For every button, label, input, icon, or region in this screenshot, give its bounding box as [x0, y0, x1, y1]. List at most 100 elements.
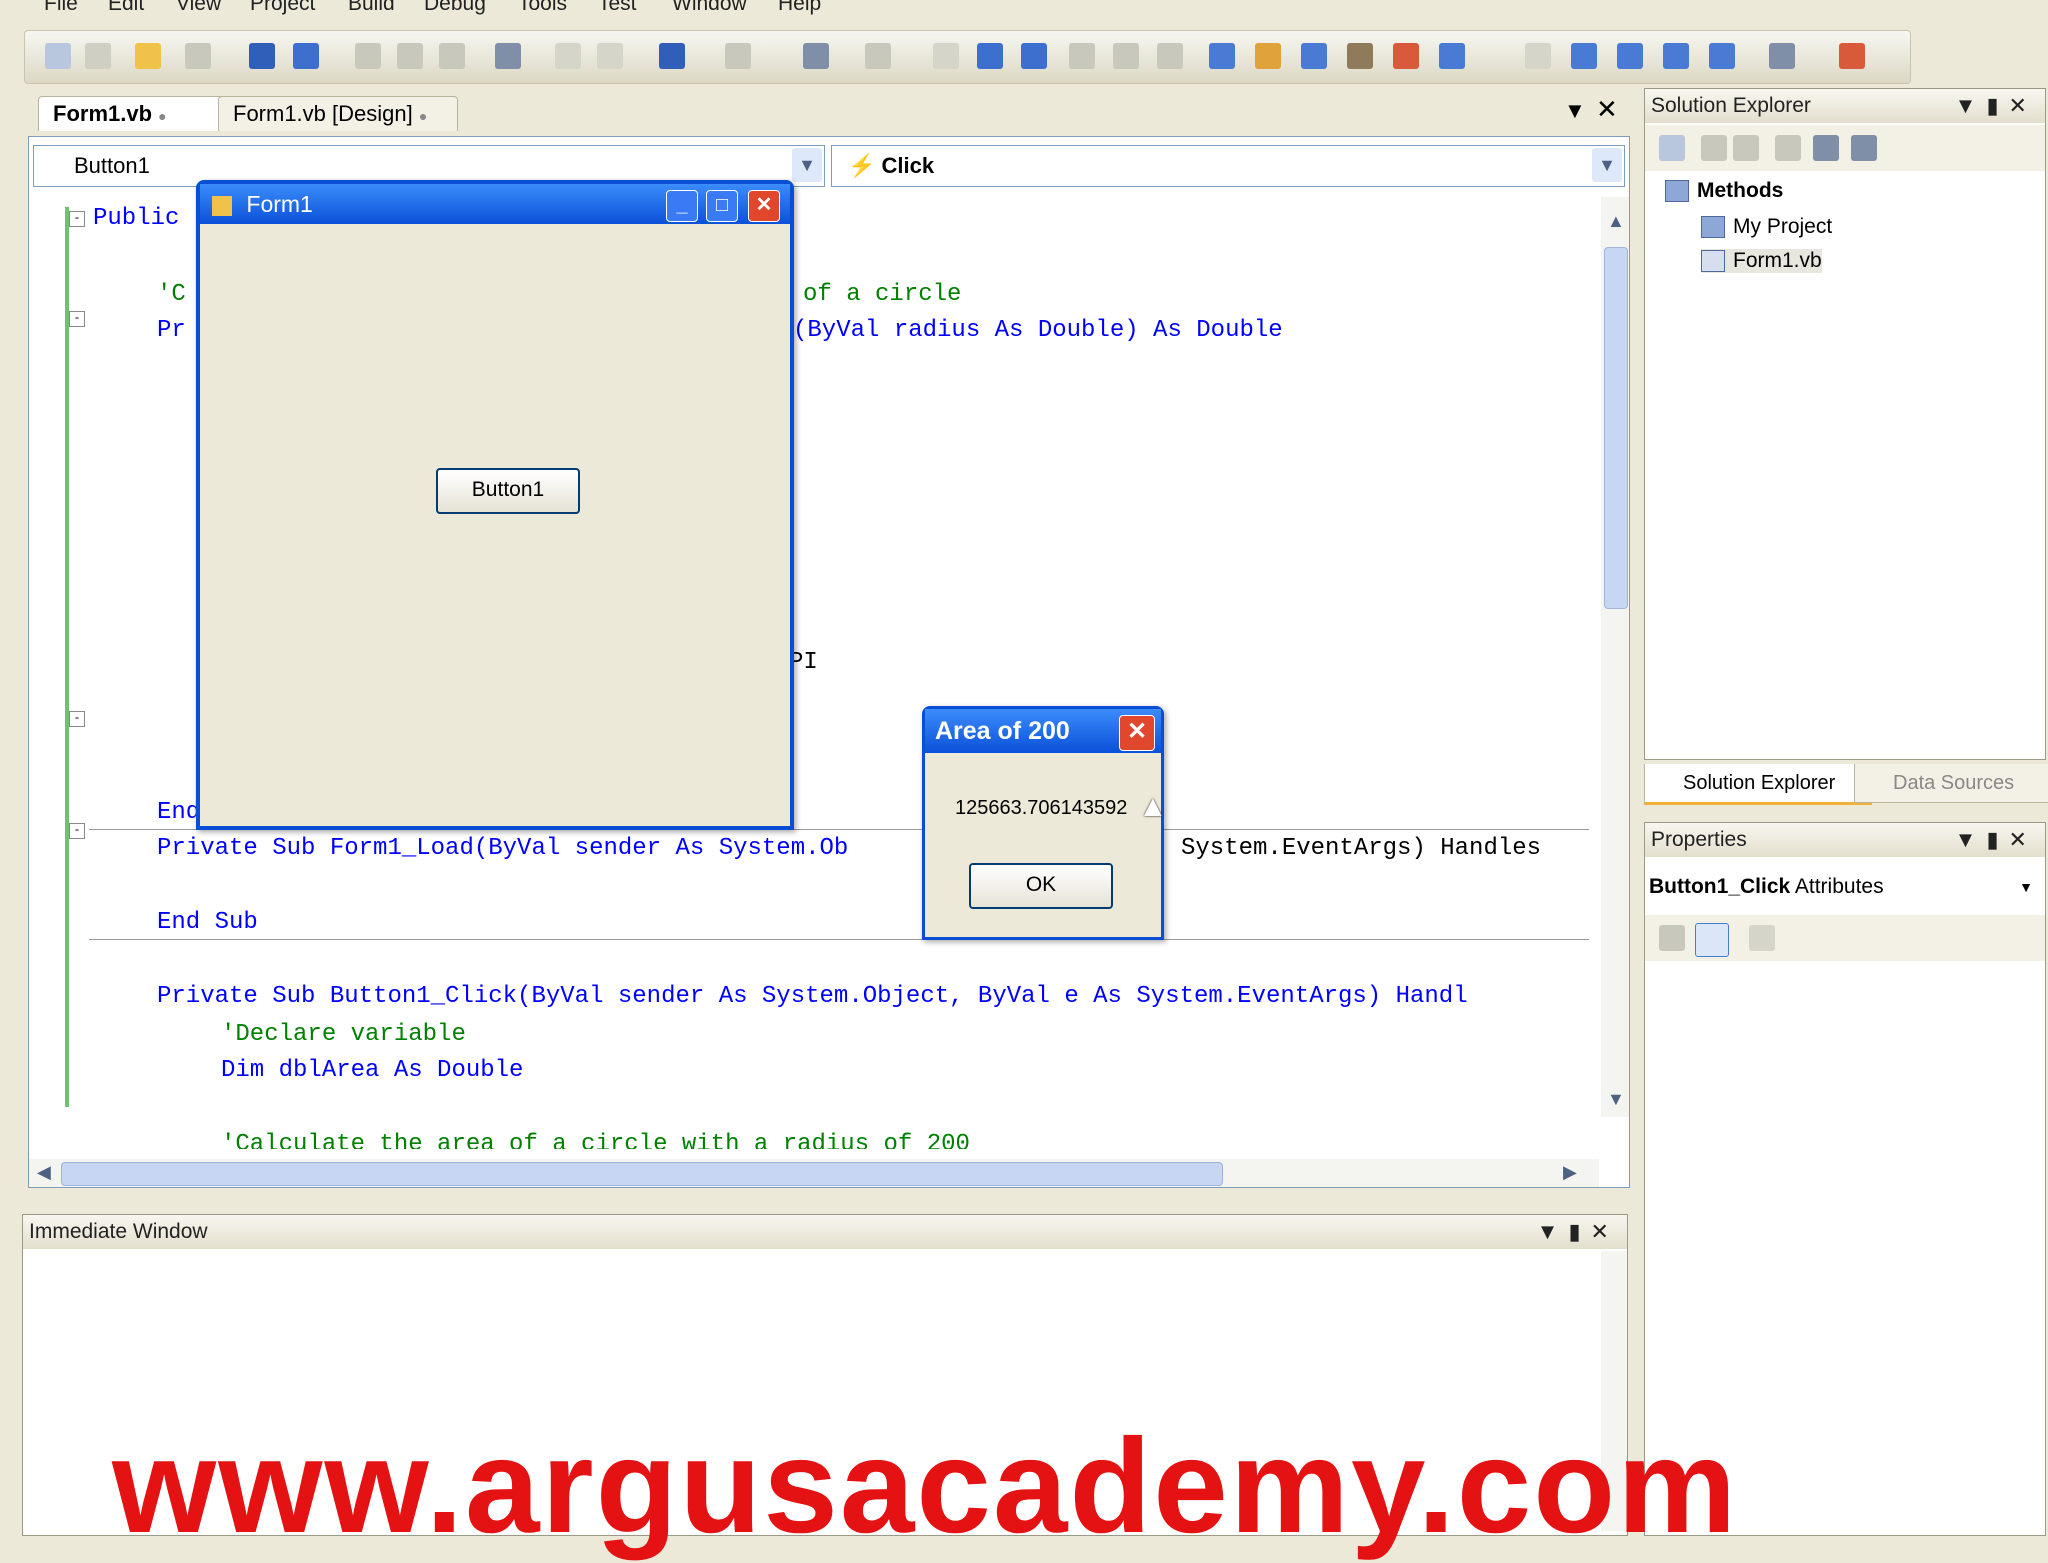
tab-form1-vb[interactable]: Form1.vb ●: [38, 96, 228, 131]
menu-file[interactable]: File: [44, 0, 78, 16]
tab-label: Data Sources: [1893, 772, 2015, 794]
layout-icon[interactable]: [1571, 43, 1597, 69]
code-line: System.EventArgs) Handles: [1181, 835, 1542, 862]
format-icon[interactable]: [1663, 43, 1689, 69]
navigate-forward-icon[interactable]: [865, 43, 891, 69]
add-item-icon[interactable]: [85, 43, 111, 69]
minimize-icon[interactable]: _: [666, 190, 698, 222]
scroll-right-icon[interactable]: ▶: [1563, 1162, 1577, 1183]
tab-form1-design[interactable]: Form1.vb [Design] ●: [218, 96, 458, 131]
save-icon[interactable]: [249, 43, 275, 69]
scroll-left-icon[interactable]: ◀: [37, 1162, 51, 1183]
tab-data-sources[interactable]: Data Sources: [1854, 764, 2048, 803]
view-designer-icon[interactable]: [1813, 135, 1839, 161]
find-icon[interactable]: [495, 43, 521, 69]
close-icon[interactable]: ✕: [748, 190, 780, 222]
add-in-icon[interactable]: [1839, 43, 1865, 69]
code-line-text: (ByVal radius As Double) As Double: [793, 317, 1283, 344]
menu-view[interactable]: View: [176, 0, 221, 16]
save-all-icon[interactable]: [293, 43, 319, 69]
class-diagram-icon[interactable]: [1851, 135, 1877, 161]
form1-title-bar[interactable]: Form1 _ □ ✕: [200, 184, 790, 224]
undo-icon[interactable]: [659, 43, 685, 69]
menu-edit[interactable]: Edit: [108, 0, 144, 16]
start-debug-icon[interactable]: [933, 43, 959, 69]
step-over-icon[interactable]: [1113, 43, 1139, 69]
panel-controls[interactable]: ▼▮✕: [1955, 823, 2037, 857]
tab-solution-explorer[interactable]: Solution Explorer: [1644, 764, 1872, 805]
panel-controls[interactable]: ▼▮✕: [1537, 1215, 1619, 1249]
close-icon[interactable]: ✕: [1119, 715, 1155, 751]
open-folder-icon[interactable]: [135, 43, 161, 69]
horizontal-scrollbar[interactable]: ◀ ▶: [29, 1159, 1599, 1187]
stop-icon[interactable]: [1021, 43, 1047, 69]
property-pages-icon[interactable]: [1749, 925, 1775, 951]
panel-controls[interactable]: ▼▮✕: [1955, 89, 2037, 123]
form1-window[interactable]: Form1 _ □ ✕ Button1: [196, 180, 794, 830]
tools-icon[interactable]: [1769, 43, 1795, 69]
step-into-icon[interactable]: [1069, 43, 1095, 69]
indent-icon[interactable]: [1525, 43, 1551, 69]
add-existing-icon[interactable]: [185, 43, 211, 69]
chevron-down-icon[interactable]: ▼: [792, 148, 822, 182]
message-box[interactable]: Area of 200 ✕ 125663.706143592 OK: [922, 706, 1164, 940]
categorized-icon[interactable]: [1659, 925, 1685, 951]
cut-icon[interactable]: [355, 43, 381, 69]
menu-debug[interactable]: Debug: [424, 0, 486, 16]
refresh-icon[interactable]: [1733, 135, 1759, 161]
tab-dropdown-icon[interactable]: ▼: [1564, 98, 1586, 124]
object-browser-icon[interactable]: [1393, 43, 1419, 69]
event-icon: ⚡: [848, 153, 876, 178]
uncomment-icon[interactable]: [597, 43, 623, 69]
step-out-icon[interactable]: [1157, 43, 1183, 69]
scroll-down-icon[interactable]: ▼: [1607, 1089, 1625, 1110]
redo-icon[interactable]: [725, 43, 751, 69]
align-icon[interactable]: [1617, 43, 1643, 69]
immediate-window-title: Immediate Window: [23, 1215, 1627, 1249]
tree-item-my-project[interactable]: My Project: [1701, 215, 1832, 239]
chevron-down-icon[interactable]: ▼: [2019, 867, 2033, 907]
menu-test[interactable]: Test: [598, 0, 637, 16]
toolbox-icon[interactable]: [1347, 43, 1373, 69]
ok-button[interactable]: OK: [969, 863, 1113, 909]
alphabetical-icon[interactable]: [1695, 923, 1729, 957]
vertical-scrollbar[interactable]: ▲ ▼: [1601, 197, 1629, 1117]
collapse-icon[interactable]: -: [69, 311, 85, 327]
copy-icon[interactable]: [397, 43, 423, 69]
scroll-thumb[interactable]: [1604, 247, 1628, 609]
menu-build[interactable]: Build: [348, 0, 395, 16]
collapse-icon[interactable]: -: [69, 711, 85, 727]
menu-tools[interactable]: Tools: [518, 0, 567, 16]
chevron-down-icon[interactable]: ▼: [1592, 148, 1622, 182]
properties-icon[interactable]: [1301, 43, 1327, 69]
show-all-files-icon[interactable]: [1701, 135, 1727, 161]
message-box-title-bar[interactable]: Area of 200 ✕: [925, 709, 1161, 753]
comment-icon[interactable]: [555, 43, 581, 69]
solution-explorer-icon[interactable]: [1255, 43, 1281, 69]
properties-object-selector[interactable]: Button1_Click Attributes ▼: [1649, 867, 2039, 907]
close-document-icon[interactable]: ✕: [1596, 94, 1618, 125]
navigate-icon[interactable]: [803, 43, 829, 69]
tree-item-form1-vb[interactable]: Form1.vb: [1701, 249, 1822, 273]
method-name-combo[interactable]: ⚡ Click ▼: [831, 145, 1625, 187]
resize-icon[interactable]: [1709, 43, 1735, 69]
scroll-up-icon[interactable]: ▲: [1607, 211, 1625, 232]
tree-label: My Project: [1733, 215, 1833, 238]
collapse-icon[interactable]: -: [69, 211, 85, 227]
paste-icon[interactable]: [439, 43, 465, 69]
form-icon: [212, 195, 232, 216]
menu-help[interactable]: Help: [778, 0, 821, 16]
scroll-thumb[interactable]: [61, 1162, 1223, 1186]
start-page-icon[interactable]: [1439, 43, 1465, 69]
maximize-icon[interactable]: □: [706, 190, 738, 222]
properties-icon[interactable]: [1659, 135, 1685, 161]
view-code-icon[interactable]: [1775, 135, 1801, 161]
tree-item-methods[interactable]: Methods: [1665, 179, 1783, 203]
button1[interactable]: Button1: [436, 468, 580, 514]
pause-icon[interactable]: [977, 43, 1003, 69]
new-project-icon[interactable]: [45, 43, 71, 69]
menu-window[interactable]: Window: [672, 0, 747, 16]
menu-project[interactable]: Project: [250, 0, 315, 16]
find-in-files-icon[interactable]: [1209, 43, 1235, 69]
collapse-icon[interactable]: -: [69, 823, 85, 839]
